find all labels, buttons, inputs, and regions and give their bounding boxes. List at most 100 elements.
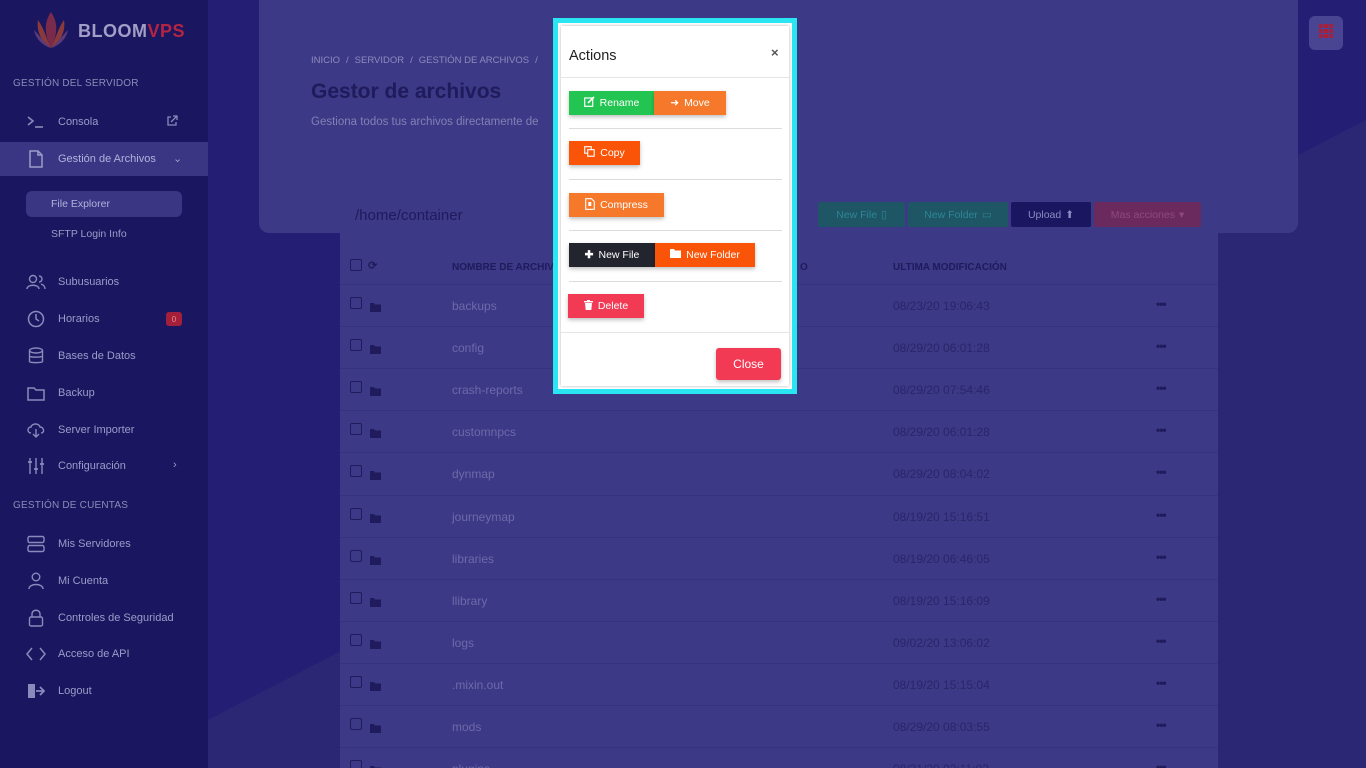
file-name[interactable]: backups	[452, 299, 497, 313]
rename-button[interactable]: Rename	[569, 91, 654, 115]
file-name[interactable]: crash-reports	[452, 383, 523, 397]
file-name[interactable]: plugins	[452, 762, 490, 768]
breadcrumb-inicio[interactable]: INICIO	[311, 55, 340, 66]
row-checkbox[interactable]	[350, 507, 362, 520]
sidebar-item-subusuarios[interactable]: Subusuarios	[0, 265, 208, 299]
column-header-modified[interactable]: ULTIMA MODIFICACIÓN	[893, 262, 1007, 273]
row-actions-icon[interactable]: •••	[1156, 634, 1167, 648]
divider	[569, 128, 782, 129]
row-checkbox[interactable]	[350, 760, 362, 768]
file-modified: 08/23/20 19:06:43	[893, 299, 990, 313]
modal-new-file-button[interactable]: ✚ New File	[569, 243, 655, 267]
row-checkbox[interactable]	[350, 339, 362, 352]
row-actions-icon[interactable]: •••	[1156, 592, 1167, 606]
row-checkbox[interactable]	[350, 549, 362, 562]
file-name[interactable]: customnpcs	[452, 425, 516, 439]
row-actions-icon[interactable]: •••	[1156, 550, 1167, 564]
file-name[interactable]: .mixin.out	[452, 678, 503, 692]
breadcrumb-gestion-archivos[interactable]: GESTIÓN DE ARCHIVOS	[419, 55, 529, 66]
row-checkbox[interactable]	[350, 675, 362, 688]
folder-icon	[26, 383, 46, 403]
table-row[interactable]: .mixin.out 08/19/20 15:15:04 •••	[340, 662, 1218, 705]
sidebar-item-label: Gestión de Archivos	[58, 153, 156, 165]
sidebar-item-label: Subusuarios	[58, 276, 120, 288]
lotus-logo-icon	[32, 8, 70, 54]
row-actions-icon[interactable]: •••	[1156, 508, 1167, 522]
breadcrumb-servidor[interactable]: SERVIDOR	[355, 55, 404, 66]
new-file-label: New File	[836, 208, 878, 221]
file-name[interactable]: mods	[452, 720, 481, 734]
file-name[interactable]: config	[452, 341, 484, 355]
row-actions-icon[interactable]: •••	[1156, 423, 1167, 437]
terminal-icon	[26, 112, 46, 132]
row-checkbox[interactable]	[350, 633, 362, 646]
row-checkbox[interactable]	[350, 423, 362, 436]
table-row[interactable]: llibrary 08/19/20 15:16:09 •••	[340, 578, 1218, 621]
page-subtitle: Gestiona todos tus archivos directamente…	[311, 116, 539, 128]
database-icon	[26, 346, 46, 366]
row-actions-icon[interactable]: •••	[1156, 718, 1167, 732]
table-row[interactable]: customnpcs 08/29/20 06:01:28 •••	[340, 410, 1218, 452]
new-folder-button[interactable]: New Folder ▭	[908, 202, 1008, 227]
select-all-checkbox[interactable]	[350, 259, 362, 271]
column-header-name[interactable]: NOMBRE DE ARCHIV	[452, 262, 554, 273]
column-header-size[interactable]: O	[800, 262, 808, 273]
sidebar-subitem-sftp-login[interactable]: SFTP Login Info	[26, 221, 182, 247]
sidebar-item-logout[interactable]: Logout	[0, 674, 208, 708]
more-actions-label: Mas acciones	[1110, 208, 1175, 221]
sidebar-item-horarios[interactable]: Horarios 0	[0, 302, 208, 336]
sidebar-item-consola[interactable]: Consola	[0, 105, 208, 139]
sidebar-item-label: Backup	[58, 387, 95, 399]
brand-name: BLOOMVPS	[78, 20, 186, 41]
apps-grid-button[interactable]	[1309, 16, 1343, 50]
sidebar-item-bases-datos[interactable]: Bases de Datos	[0, 339, 208, 373]
table-row[interactable]: libraries 08/19/20 06:46:05 •••	[340, 536, 1218, 579]
chevron-right-icon: ›	[173, 459, 177, 471]
row-actions-icon[interactable]: •••	[1156, 465, 1167, 479]
row-actions-icon[interactable]: •••	[1156, 676, 1167, 690]
copy-button[interactable]: Copy	[569, 141, 640, 165]
close-icon[interactable]: ×	[771, 45, 779, 60]
row-checkbox[interactable]	[350, 591, 362, 604]
file-name[interactable]: llibrary	[452, 594, 487, 608]
sidebar-subitem-file-explorer[interactable]: File Explorer	[26, 191, 182, 217]
modal-new-folder-button[interactable]: New Folder	[655, 243, 755, 267]
sidebar-item-mis-servidores[interactable]: Mis Servidores	[0, 527, 208, 561]
table-row[interactable]: mods 08/29/20 08:03:55 •••	[340, 705, 1218, 747]
row-actions-icon[interactable]: •••	[1156, 381, 1167, 395]
upload-button[interactable]: Upload ⬆	[1011, 202, 1091, 227]
sidebar-item-gestion-archivos[interactable]: Gestión de Archivos ⌄	[0, 142, 208, 176]
move-button[interactable]: ➜ Move	[654, 91, 726, 115]
sidebar-item-configuracion[interactable]: Configuración ›	[0, 449, 208, 483]
table-row[interactable]: dynmap 08/29/20 08:04:02 •••	[340, 452, 1218, 494]
row-checkbox[interactable]	[350, 297, 362, 309]
row-checkbox[interactable]	[350, 465, 362, 478]
row-checkbox[interactable]	[350, 718, 362, 730]
refresh-icon[interactable]: ⟳	[368, 259, 377, 272]
table-row[interactable]: journeymap 08/19/20 15:16:51 •••	[340, 494, 1218, 537]
new-folder-label: New Folder	[686, 249, 740, 261]
sidebar-item-controles-seguridad[interactable]: Controles de Seguridad	[0, 601, 208, 635]
row-checkbox[interactable]	[350, 381, 362, 394]
file-name[interactable]: libraries	[452, 552, 494, 566]
sidebar-item-mi-cuenta[interactable]: Mi Cuenta	[0, 564, 208, 598]
delete-button[interactable]: Delete	[568, 294, 644, 318]
sidebar-item-backup[interactable]: Backup	[0, 376, 208, 410]
more-actions-dropdown[interactable]: Mas acciones ▾	[1094, 202, 1201, 227]
file-name[interactable]: dynmap	[452, 467, 495, 481]
file-modified: 08/19/20 06:46:05	[893, 551, 990, 566]
sidebar-item-acceso-api[interactable]: Acceso de API	[0, 637, 208, 671]
sidebar-item-server-importer[interactable]: Server Importer	[0, 413, 208, 447]
compress-button[interactable]: Compress	[569, 193, 664, 217]
users-icon	[26, 272, 46, 292]
new-file-button[interactable]: New File ▯	[818, 202, 905, 227]
close-button[interactable]: Close	[716, 348, 781, 380]
table-row[interactable]: logs 09/02/20 13:06:02 •••	[340, 620, 1218, 663]
table-row[interactable]: plugins 08/31/20 02:11:02 •••	[340, 747, 1218, 768]
file-name[interactable]: journeymap	[452, 510, 515, 524]
logo[interactable]: BLOOMVPS	[32, 8, 185, 54]
row-actions-icon[interactable]: •••	[1156, 297, 1167, 311]
file-name[interactable]: logs	[452, 636, 474, 650]
row-actions-icon[interactable]: •••	[1156, 760, 1167, 768]
row-actions-icon[interactable]: •••	[1156, 339, 1167, 353]
